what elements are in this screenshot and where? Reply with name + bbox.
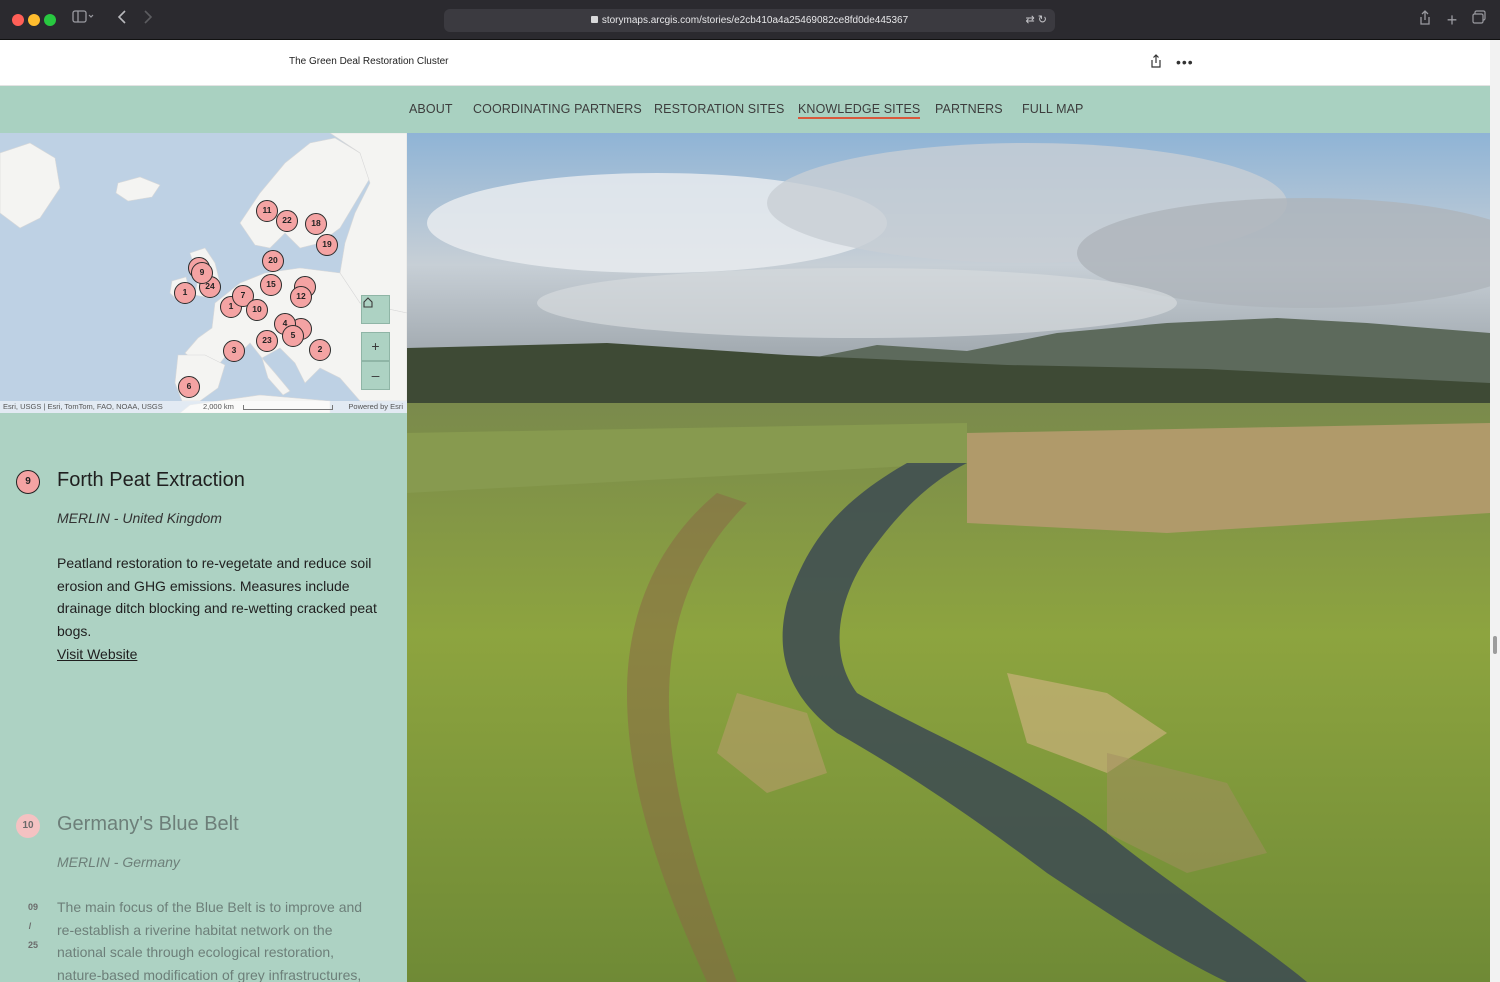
close-window-button[interactable] [12, 14, 24, 26]
nav-knowledge-sites[interactable]: KNOWLEDGE SITES [798, 102, 921, 119]
site-number-badge: 9 [16, 470, 40, 494]
share-icon[interactable] [1416, 10, 1434, 30]
address-bar[interactable]: storymaps.arcgis.com/stories/e2cb410a4a2… [444, 9, 1055, 32]
progress-total: 25 [27, 940, 38, 950]
url-text: storymaps.arcgis.com/stories/e2cb410a4a2… [601, 15, 909, 26]
visit-website-link[interactable]: Visit Website [57, 646, 137, 662]
story-title[interactable]: The Green Deal Restoration Cluster [289, 56, 449, 67]
map-pin-3[interactable]: 3 [223, 340, 245, 362]
map-zoom-in-button[interactable]: + [361, 332, 390, 361]
map-attribution-bar: Esri, USGS | Esri, TomTom, FAO, NOAA, US… [0, 401, 407, 413]
forward-icon[interactable] [140, 10, 156, 30]
scroll-thumb[interactable] [1493, 636, 1497, 654]
site-title: Forth Peat Extraction [57, 469, 245, 491]
map-pin-6[interactable]: 6 [178, 376, 200, 398]
nav-restoration-sites[interactable]: RESTORATION SITES [654, 102, 784, 116]
progress-current: 09 [27, 902, 38, 912]
site-subtitle: MERLIN - United Kingdom [57, 510, 222, 526]
powered-by-esri[interactable]: Powered by Esri [348, 401, 403, 413]
back-icon[interactable] [114, 10, 130, 30]
reload-icon[interactable]: ↻ [1038, 14, 1047, 26]
site-number-badge-next: 10 [16, 814, 40, 838]
more-options-icon[interactable]: ••• [1176, 54, 1194, 70]
home-icon [363, 297, 373, 308]
story-navigation: ABOUT COORDINATING PARTNERS RESTORATION … [0, 86, 1490, 133]
tab-overview-icon[interactable] [1470, 10, 1488, 30]
map-pin-12[interactable]: 12 [290, 286, 312, 308]
site-subtitle-next: MERLIN - Germany [57, 854, 180, 870]
map-pin-10[interactable]: 10 [246, 299, 268, 321]
map-pin-11[interactable]: 11 [256, 200, 278, 222]
nav-about[interactable]: ABOUT [409, 102, 453, 116]
story-header: The Green Deal Restoration Cluster ••• [0, 40, 1490, 86]
lock-icon [590, 16, 598, 23]
map-pin-5[interactable]: 5 [282, 325, 304, 347]
site-description-next: The main focus of the Blue Belt is to im… [57, 899, 363, 982]
map-pin-15[interactable]: 15 [260, 274, 282, 296]
sidebar-toggle-icon[interactable] [68, 10, 98, 30]
sidecar-panel: 11 22 18 19 20 24 9 1 15 12 1 7 10 4 5 2… [0, 133, 407, 982]
map-pin-1[interactable]: 1 [174, 282, 196, 304]
map-pin-2[interactable]: 2 [309, 339, 331, 361]
nav-coordinating-partners[interactable]: COORDINATING PARTNERS [473, 102, 642, 116]
nav-partners[interactable]: PARTNERS [935, 102, 1003, 116]
europe-map[interactable]: 11 22 18 19 20 24 9 1 15 12 1 7 10 4 5 2… [0, 133, 407, 413]
nav-full-map[interactable]: FULL MAP [1022, 102, 1083, 116]
minimize-window-button[interactable] [28, 14, 40, 26]
zoom-window-button[interactable] [44, 14, 56, 26]
story-share-icon[interactable] [1150, 54, 1162, 68]
map-pin-9[interactable]: 9 [191, 262, 213, 284]
site-photo [407, 133, 1490, 982]
map-pin-18[interactable]: 18 [305, 213, 327, 235]
page-scrollbar[interactable] [1490, 40, 1500, 982]
map-pin-22[interactable]: 22 [276, 210, 298, 232]
map-pin-20[interactable]: 20 [262, 250, 284, 272]
browser-toolbar: storymaps.arcgis.com/stories/e2cb410a4a2… [0, 0, 1500, 40]
site-title-next: Germany's Blue Belt [57, 813, 239, 835]
map-scale-label: 2,000 km [203, 402, 234, 411]
map-zoom-out-button[interactable]: – [361, 361, 390, 390]
map-scale-bar [243, 405, 333, 410]
map-attribution[interactable]: Esri, USGS | Esri, TomTom, FAO, NOAA, US… [3, 401, 163, 413]
map-pin-23[interactable]: 23 [256, 330, 278, 352]
translate-icon[interactable]: ⇄ [1026, 14, 1035, 26]
progress-separator: / [28, 921, 32, 931]
map-home-button[interactable] [361, 295, 390, 324]
new-tab-icon[interactable]: + [1443, 10, 1461, 30]
map-pin-19[interactable]: 19 [316, 234, 338, 256]
site-description: Peatland restoration to re-vegetate and … [57, 555, 377, 640]
